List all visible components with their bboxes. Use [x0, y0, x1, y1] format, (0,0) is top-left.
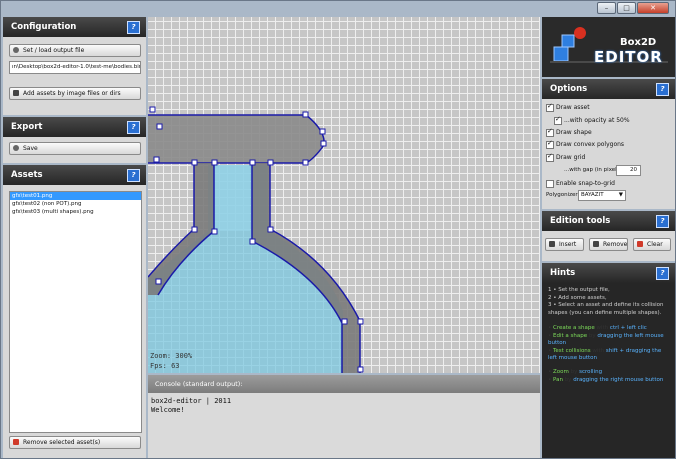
console-panel: Console (standard output): box2d-editor …	[148, 375, 540, 458]
hints-panel: Hints ? 1 • Set the output file, 2 • Add…	[542, 263, 675, 458]
console-line: Welcome!	[151, 406, 185, 414]
edition-header: Edition tools ?	[542, 211, 675, 231]
edition-tools-panel: Edition tools ? Insert Remove Clear	[542, 211, 675, 261]
polygonizer-value: BAYAZIT	[581, 192, 604, 198]
console-output[interactable]: box2d-editor | 2011 Welcome!	[148, 393, 540, 458]
help-icon[interactable]: ?	[127, 21, 140, 34]
export-title: Export	[11, 122, 43, 132]
remove-button[interactable]: Remove	[589, 238, 628, 251]
canvas-stats: Zoom: 300% Fps: 63	[150, 351, 192, 371]
save-icon	[13, 145, 19, 151]
remove-assets-label: Remove selected asset(s)	[23, 439, 101, 446]
remove-icon	[13, 439, 19, 445]
remove-icon	[593, 241, 599, 247]
collision-shape-rim[interactable]	[148, 115, 325, 163]
insert-button[interactable]: Insert	[545, 238, 584, 251]
set-output-file-button[interactable]: Set / load output file	[9, 44, 141, 57]
shape-drawing	[148, 106, 364, 373]
add-assets-button[interactable]: Add assets by image files or dirs	[9, 87, 141, 100]
hint-zoom: • Zoom by scrolling	[548, 369, 603, 375]
help-icon[interactable]: ?	[656, 215, 669, 228]
hint-pan: • Pan by dragging the right mouse button	[548, 376, 664, 383]
assets-title: Assets	[11, 170, 43, 180]
draw-grid-checkbox[interactable]: Draw grid	[546, 152, 585, 162]
add-assets-label: Add assets by image files or dirs	[23, 90, 121, 97]
add-icon	[13, 90, 19, 96]
maximize-button[interactable]: □	[617, 2, 636, 14]
export-header: Export ?	[3, 117, 146, 137]
console-header: Console (standard output):	[148, 375, 540, 393]
console-line: box2d-editor | 2011	[151, 397, 232, 405]
snap-checkbox[interactable]: Enable snap-to-grid	[546, 179, 615, 188]
assets-header: Assets ?	[3, 165, 146, 185]
hint-step-3: 3 • Select an asset and define its colli…	[548, 302, 664, 316]
draw-asset-checkbox[interactable]: Draw asset	[546, 102, 590, 112]
options-header: Options ?	[542, 79, 675, 99]
output-path-field[interactable]: ın\Desktop\box2d-editor-1.0\test-me\bodi…	[9, 61, 141, 74]
configuration-panel: Configuration ? Set / load output file ı…	[3, 17, 146, 115]
editor-canvas[interactable]: Zoom: 300% Fps: 63	[148, 17, 540, 373]
logo-text-bottom: EDITOR	[594, 48, 663, 66]
hint-step-1: 1 • Set the output file,	[548, 287, 610, 293]
minimize-button[interactable]: –	[597, 2, 616, 14]
hint-test: • Test collisions with shift + dragging …	[548, 347, 662, 362]
hint-create: • Create a shape with ctrl + left clic	[548, 325, 647, 331]
edition-title: Edition tools	[550, 216, 611, 226]
hint-step-2: 2 • Add some assets,	[548, 294, 607, 301]
set-output-file-label: Set / load output file	[23, 47, 85, 54]
polygonizer-label: Polygonizer:	[546, 192, 580, 198]
assets-panel: Assets ? gfx\test01.png gfx\test02 (non …	[3, 165, 146, 458]
gap-spinner[interactable]: 20	[616, 165, 641, 176]
logo-panel: Box2D EDITOR	[542, 17, 675, 77]
save-label: Save	[23, 145, 38, 152]
list-item[interactable]: gfx\test01.png	[10, 192, 141, 200]
close-button[interactable]: ✕	[637, 2, 669, 14]
hint-steps: 1 • Set the output file, 2 • Add some as…	[548, 287, 669, 317]
polygonizer-select[interactable]: BAYAZIT ▼	[578, 190, 626, 201]
help-icon[interactable]: ?	[656, 83, 669, 96]
options-panel: Options ? Draw asset ...with opacity at …	[542, 79, 675, 209]
export-panel: Export ? Save	[3, 117, 146, 163]
hint-shortcuts: • Create a shape with ctrl + left clic •…	[548, 325, 669, 363]
clear-label: Clear	[647, 241, 663, 248]
clear-button[interactable]: Clear	[633, 238, 671, 251]
hints-header: Hints ?	[542, 263, 675, 283]
hints-title: Hints	[550, 268, 576, 278]
clear-icon	[637, 241, 643, 247]
configuration-title: Configuration	[11, 22, 77, 32]
chevron-down-icon: ▼	[618, 192, 623, 198]
list-item[interactable]: gfx\test02 (non POT).png	[10, 200, 141, 208]
hint-navigation: • Zoom by scrolling • Pan by dragging th…	[548, 369, 669, 384]
draw-convex-checkbox[interactable]: Draw convex polygons	[546, 139, 624, 149]
hint-edit: • Edit a shape by dragging the left mous…	[548, 332, 664, 347]
insert-icon	[549, 241, 555, 247]
gap-label: ...with gap (in pixels):	[564, 167, 624, 173]
zoom-readout: Zoom: 300%	[150, 352, 193, 360]
remove-label: Remove	[603, 241, 628, 248]
gear-icon	[13, 47, 19, 53]
help-icon[interactable]: ?	[656, 267, 669, 280]
save-button[interactable]: Save	[9, 142, 141, 155]
logo-text-top: Box2D	[620, 37, 657, 48]
insert-label: Insert	[559, 241, 577, 248]
options-title: Options	[550, 84, 588, 94]
opacity-checkbox[interactable]: ...with opacity at 50%	[554, 115, 630, 125]
configuration-header: Configuration ?	[3, 17, 146, 37]
window-controls: – □ ✕	[597, 2, 669, 14]
help-icon[interactable]: ?	[127, 169, 140, 182]
app-window: – □ ✕ Configuration ? Set / load output …	[0, 0, 676, 459]
draw-shape-checkbox[interactable]: Draw shape	[546, 127, 592, 137]
list-item[interactable]: gfx\test03 (multi shapes).png	[10, 208, 141, 216]
assets-list[interactable]: gfx\test01.png gfx\test02 (non POT).png …	[9, 191, 142, 433]
asset-highlight	[214, 165, 250, 231]
fps-readout: Fps: 63	[150, 362, 180, 370]
help-icon[interactable]: ?	[127, 121, 140, 134]
remove-assets-button[interactable]: Remove selected asset(s)	[9, 436, 141, 449]
